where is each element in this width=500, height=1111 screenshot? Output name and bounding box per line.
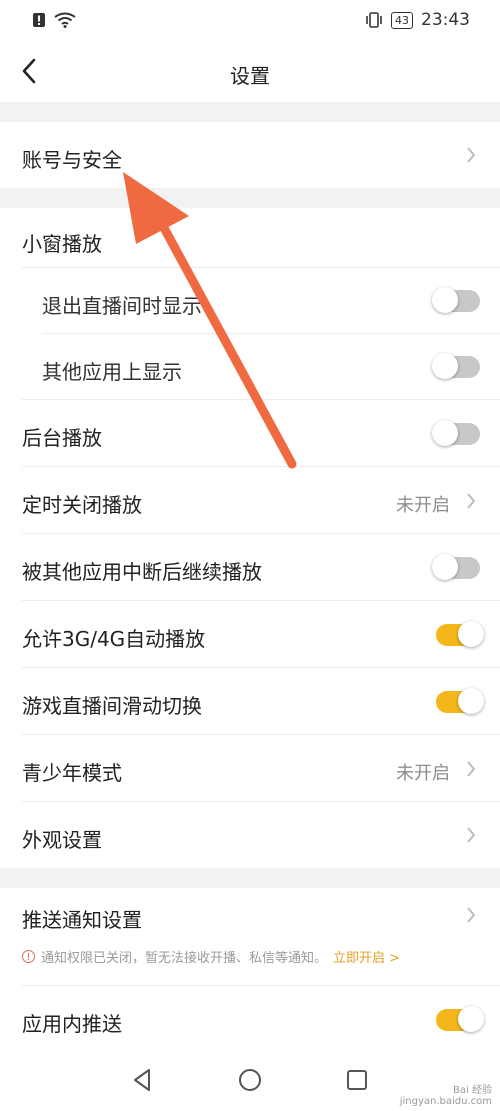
appearance-row[interactable]: 外观设置 <box>0 802 500 868</box>
background-play-label: 后台播放 <box>22 426 102 450</box>
autoplay-3g4g-row: 允许3G/4G自动播放 <box>0 601 500 668</box>
in-app-push-toggle[interactable] <box>436 1006 484 1032</box>
status-right: 43 23:43 <box>365 10 470 30</box>
game-live-swipe-toggle[interactable] <box>436 688 484 714</box>
mini-window-label: 小窗播放 <box>22 232 102 256</box>
appearance-label: 外观设置 <box>22 828 102 852</box>
push-notification-label: 推送通知设置 <box>22 908 142 932</box>
account-security-row[interactable]: 账号与安全 <box>0 122 500 188</box>
section-gap <box>0 868 500 888</box>
other-apps-show-row: 其他应用上显示 <box>0 334 500 400</box>
section-gap <box>0 102 500 122</box>
nav-back-icon[interactable] <box>128 1065 158 1095</box>
watermark-line2: jingyan.baidu.com <box>399 1096 492 1107</box>
game-live-swipe-row: 游戏直播间滑动切换 <box>0 668 500 735</box>
notification-permission-notice: ! 通知权限已关闭，暂无法接收开播、私信等通知。 立即开启 > <box>22 947 400 966</box>
game-live-swipe-label: 游戏直播间滑动切换 <box>22 694 202 718</box>
section-gap <box>0 188 500 208</box>
push-notification-row[interactable]: 推送通知设置 <box>0 888 500 986</box>
status-time: 23:43 <box>421 10 470 30</box>
timed-close-value: 未开启 <box>396 495 450 516</box>
wifi-icon <box>54 12 76 28</box>
status-left <box>32 12 76 28</box>
background-play-row: 后台播放 <box>0 400 500 467</box>
autoplay-3g4g-toggle[interactable] <box>436 621 484 647</box>
notification-alert-icon <box>33 13 45 27</box>
timed-close-row[interactable]: 定时关闭播放 未开启 <box>0 467 500 534</box>
resume-after-interrupt-toggle[interactable] <box>432 554 480 580</box>
other-apps-show-toggle[interactable] <box>432 353 480 379</box>
chevron-right-icon <box>467 827 476 843</box>
chevron-right-icon <box>467 907 476 923</box>
exit-live-show-row: 退出直播间时显示 <box>0 268 500 334</box>
nav-home-icon[interactable] <box>235 1065 265 1095</box>
watermark-line1: Bai 经验 <box>453 1085 492 1096</box>
in-app-push-row: 应用内推送 <box>0 986 500 1053</box>
system-nav-bar: Bai 经验 jingyan.baidu.com <box>0 1053 500 1111</box>
resume-after-interrupt-row: 被其他应用中断后继续播放 <box>0 534 500 601</box>
page-title: 设置 <box>230 64 270 88</box>
teen-mode-value: 未开启 <box>396 763 450 784</box>
chevron-right-icon <box>467 493 476 509</box>
mini-window-row: 小窗播放 <box>0 208 500 268</box>
top-bar: 设置 <box>0 42 500 102</box>
vibrate-icon <box>366 12 382 28</box>
in-app-push-label: 应用内推送 <box>22 1012 122 1036</box>
notice-text: 通知权限已关闭，暂无法接收开播、私信等通知。 <box>41 951 328 966</box>
watermark: Bai 经验 jingyan.baidu.com <box>400 1081 492 1107</box>
battery-indicator: 43 <box>391 11 413 29</box>
teen-mode-label: 青少年模式 <box>22 761 122 785</box>
autoplay-3g4g-label: 允许3G/4G自动播放 <box>22 627 206 651</box>
nav-recents-icon[interactable] <box>342 1065 372 1095</box>
exit-live-show-toggle[interactable] <box>432 287 480 313</box>
status-bar: 43 23:43 <box>0 0 500 42</box>
chevron-right-icon <box>467 761 476 777</box>
resume-after-interrupt-label: 被其他应用中断后继续播放 <box>22 560 262 584</box>
background-play-toggle[interactable] <box>432 420 480 446</box>
teen-mode-row[interactable]: 青少年模式 未开启 <box>0 735 500 802</box>
warning-icon: ! <box>22 950 35 963</box>
other-apps-show-label: 其他应用上显示 <box>42 360 182 384</box>
enable-now-link[interactable]: 立即开启 > <box>333 947 400 966</box>
chevron-right-icon <box>467 147 476 163</box>
account-security-label: 账号与安全 <box>22 148 122 172</box>
timed-close-label: 定时关闭播放 <box>22 493 142 517</box>
exit-live-show-label: 退出直播间时显示 <box>42 294 202 318</box>
